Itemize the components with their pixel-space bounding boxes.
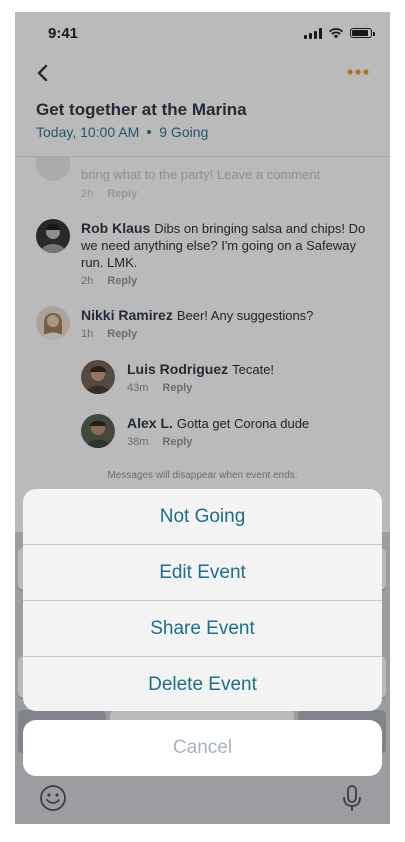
delete-event-button[interactable]: Delete Event [23,657,382,711]
not-going-button[interactable]: Not Going [23,489,382,544]
action-sheet: Not Going Edit Event Share Event Delete … [23,489,382,711]
edit-event-button[interactable]: Edit Event [23,545,382,600]
share-event-button[interactable]: Share Event [23,601,382,656]
cancel-button[interactable]: Cancel [23,720,382,776]
phone-screen: 9:41 Get together at the Marina Today, 1… [15,12,390,824]
